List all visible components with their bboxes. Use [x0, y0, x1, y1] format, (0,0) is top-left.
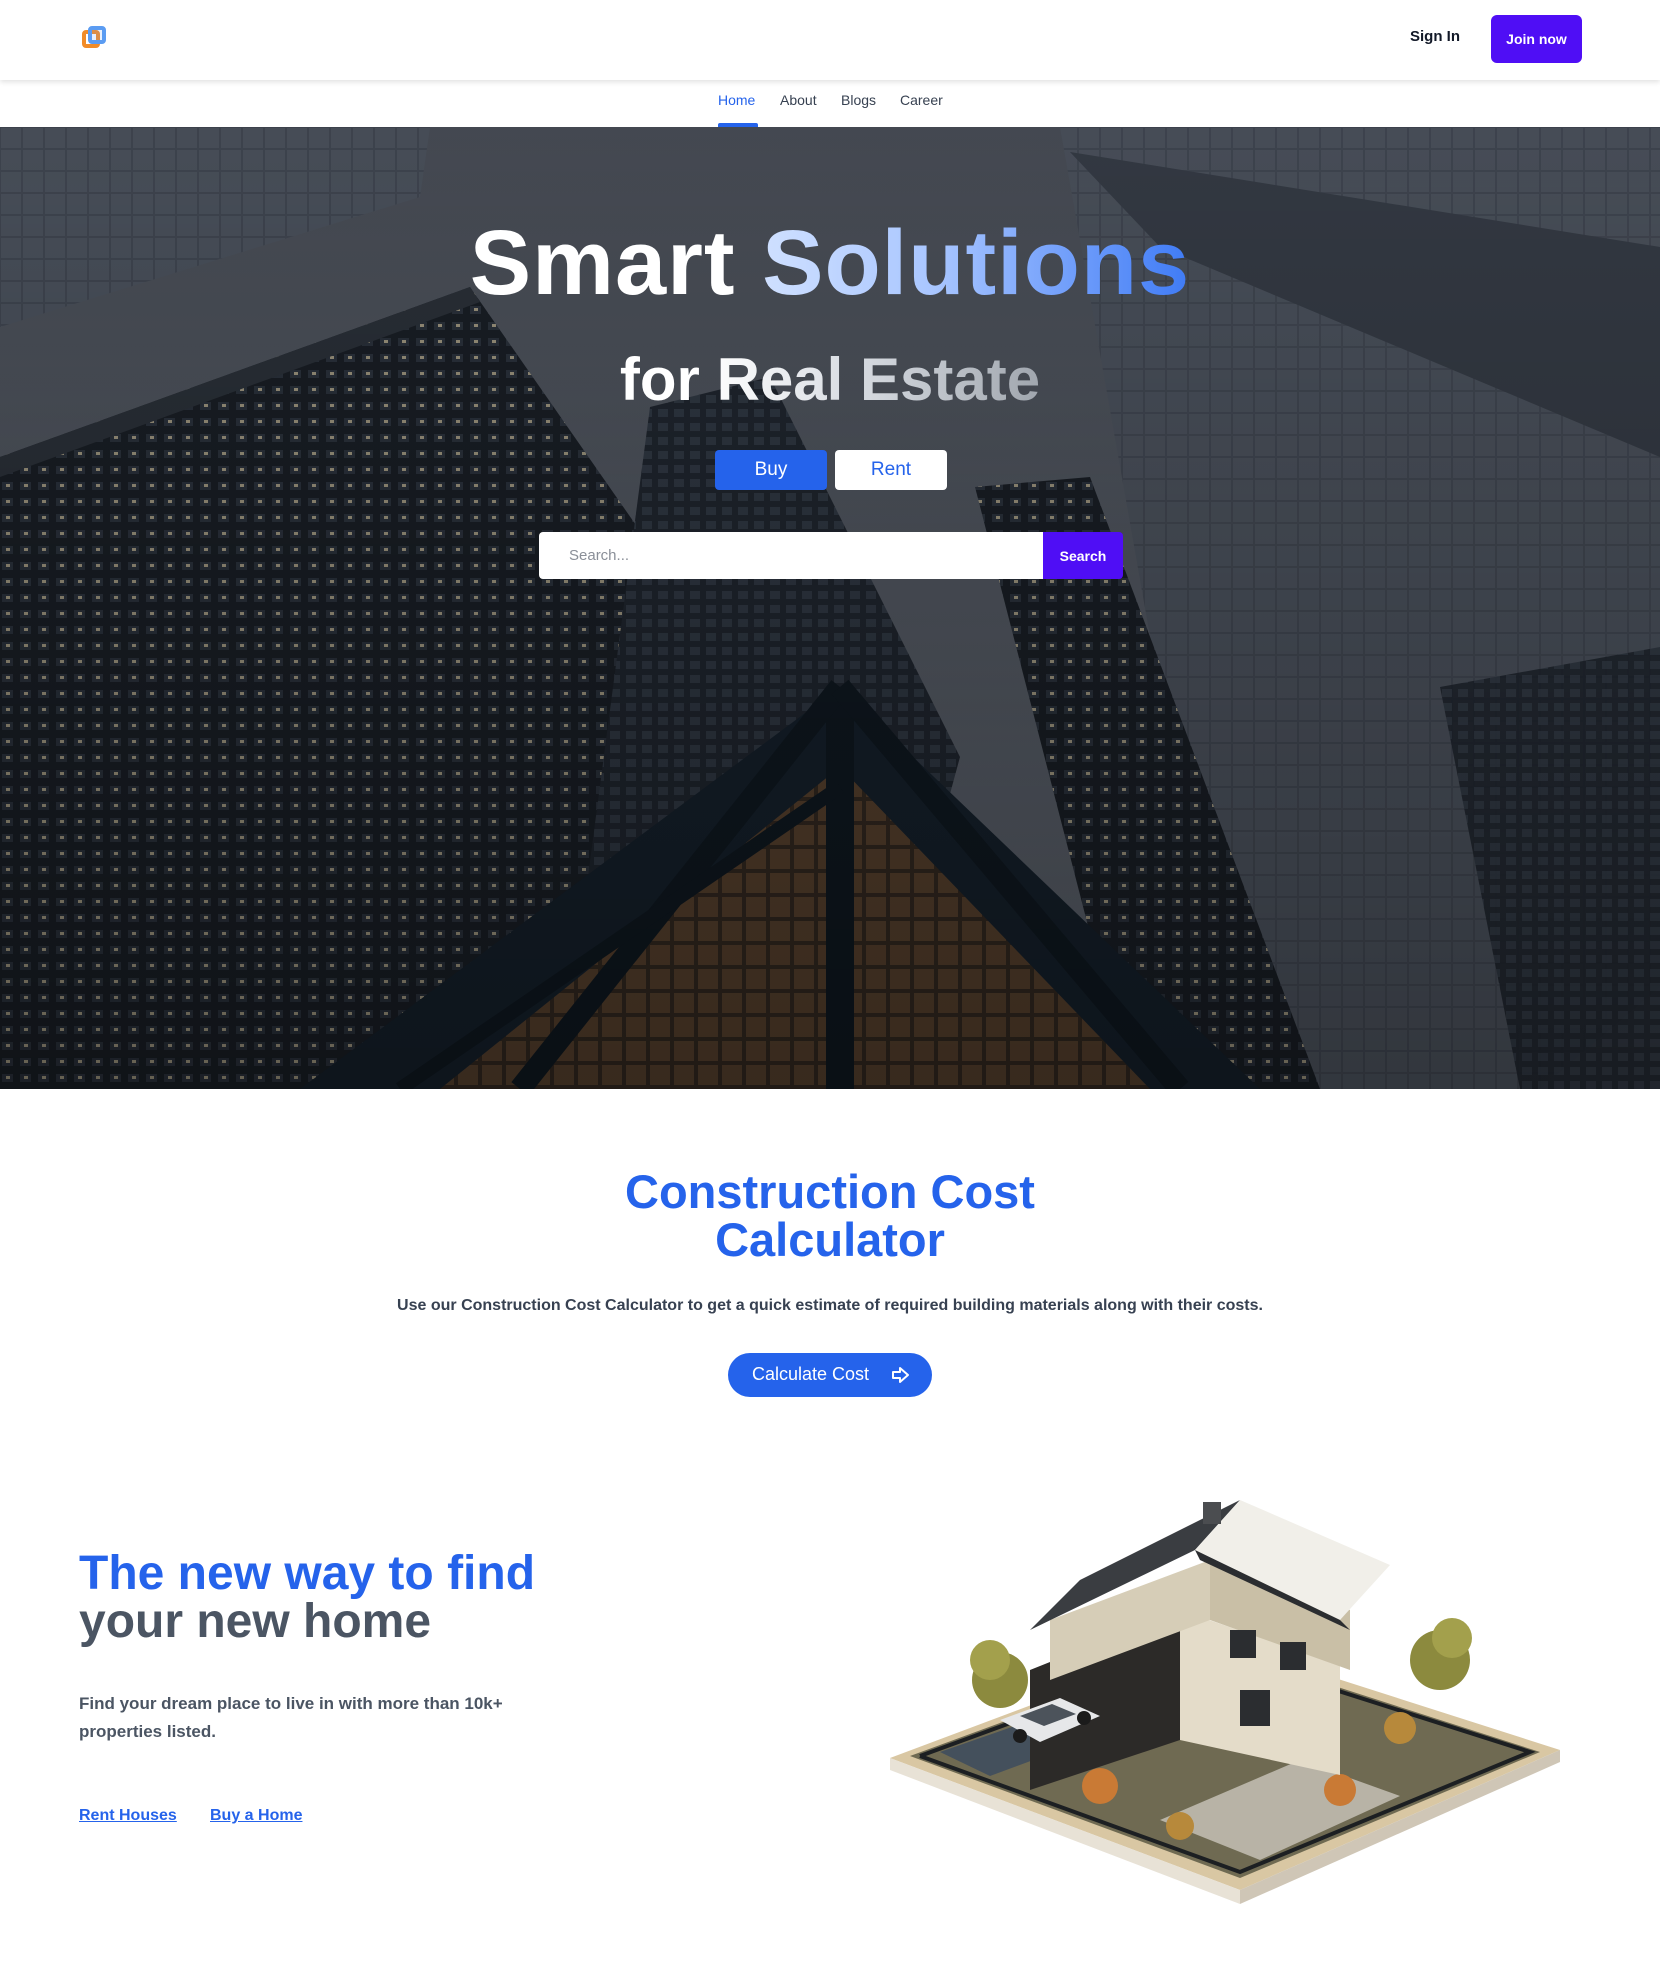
isometric-house-illustration: [890, 1500, 1560, 1904]
calculate-cost-label: Calculate Cost: [752, 1364, 870, 1384]
hero-title-accent: Solutions: [762, 212, 1191, 314]
calculate-cost-button[interactable]: Calculate Cost: [728, 1353, 932, 1397]
hero-title: Smart Solutions: [0, 211, 1660, 316]
hero-section: Smart Solutions for Real Estate Buy Rent…: [0, 127, 1660, 1089]
find-title-line2: your new home: [79, 1595, 432, 1648]
hero-title-plain: Smart: [469, 212, 736, 314]
find-home-title: The new way to find your new home: [79, 1550, 535, 1646]
search-button[interactable]: Search: [1043, 532, 1123, 579]
arrow-right-icon: [892, 1367, 909, 1383]
active-tab-indicator: [718, 123, 758, 127]
join-now-button[interactable]: Join now: [1491, 15, 1582, 63]
hero-subtitle-text: for Real Estate: [619, 346, 1041, 413]
find-home-description: Find your dream place to live in with mo…: [79, 1694, 503, 1741]
rent-houses-link[interactable]: Rent Houses: [79, 1807, 177, 1825]
tab-about[interactable]: About: [780, 92, 817, 108]
tab-home[interactable]: Home: [718, 92, 755, 108]
buy-a-home-link[interactable]: Buy a Home: [210, 1807, 302, 1825]
tab-career[interactable]: Career: [900, 92, 943, 108]
calculator-title-line1: Construction Cost: [625, 1165, 1035, 1218]
calculator-description: Use our Construction Cost Calculator to …: [397, 1297, 1263, 1314]
search-input[interactable]: [539, 532, 1044, 579]
rent-toggle-button[interactable]: Rent: [835, 450, 947, 490]
calculator-title-line2: Calculator: [715, 1213, 945, 1266]
tab-blogs[interactable]: Blogs: [841, 92, 876, 108]
buy-toggle-button[interactable]: Buy: [715, 450, 827, 490]
top-header: Sign In Join now: [0, 0, 1660, 80]
calculator-title: Construction Cost Calculator: [0, 1168, 1660, 1264]
hero-subtitle: for Real Estate: [0, 345, 1660, 414]
find-title-line1: The new way to find: [79, 1547, 536, 1600]
main-nav: Home About Blogs Career: [0, 80, 1660, 127]
sign-in-link[interactable]: Sign In: [1410, 28, 1460, 45]
logo-icon[interactable]: [82, 26, 108, 52]
